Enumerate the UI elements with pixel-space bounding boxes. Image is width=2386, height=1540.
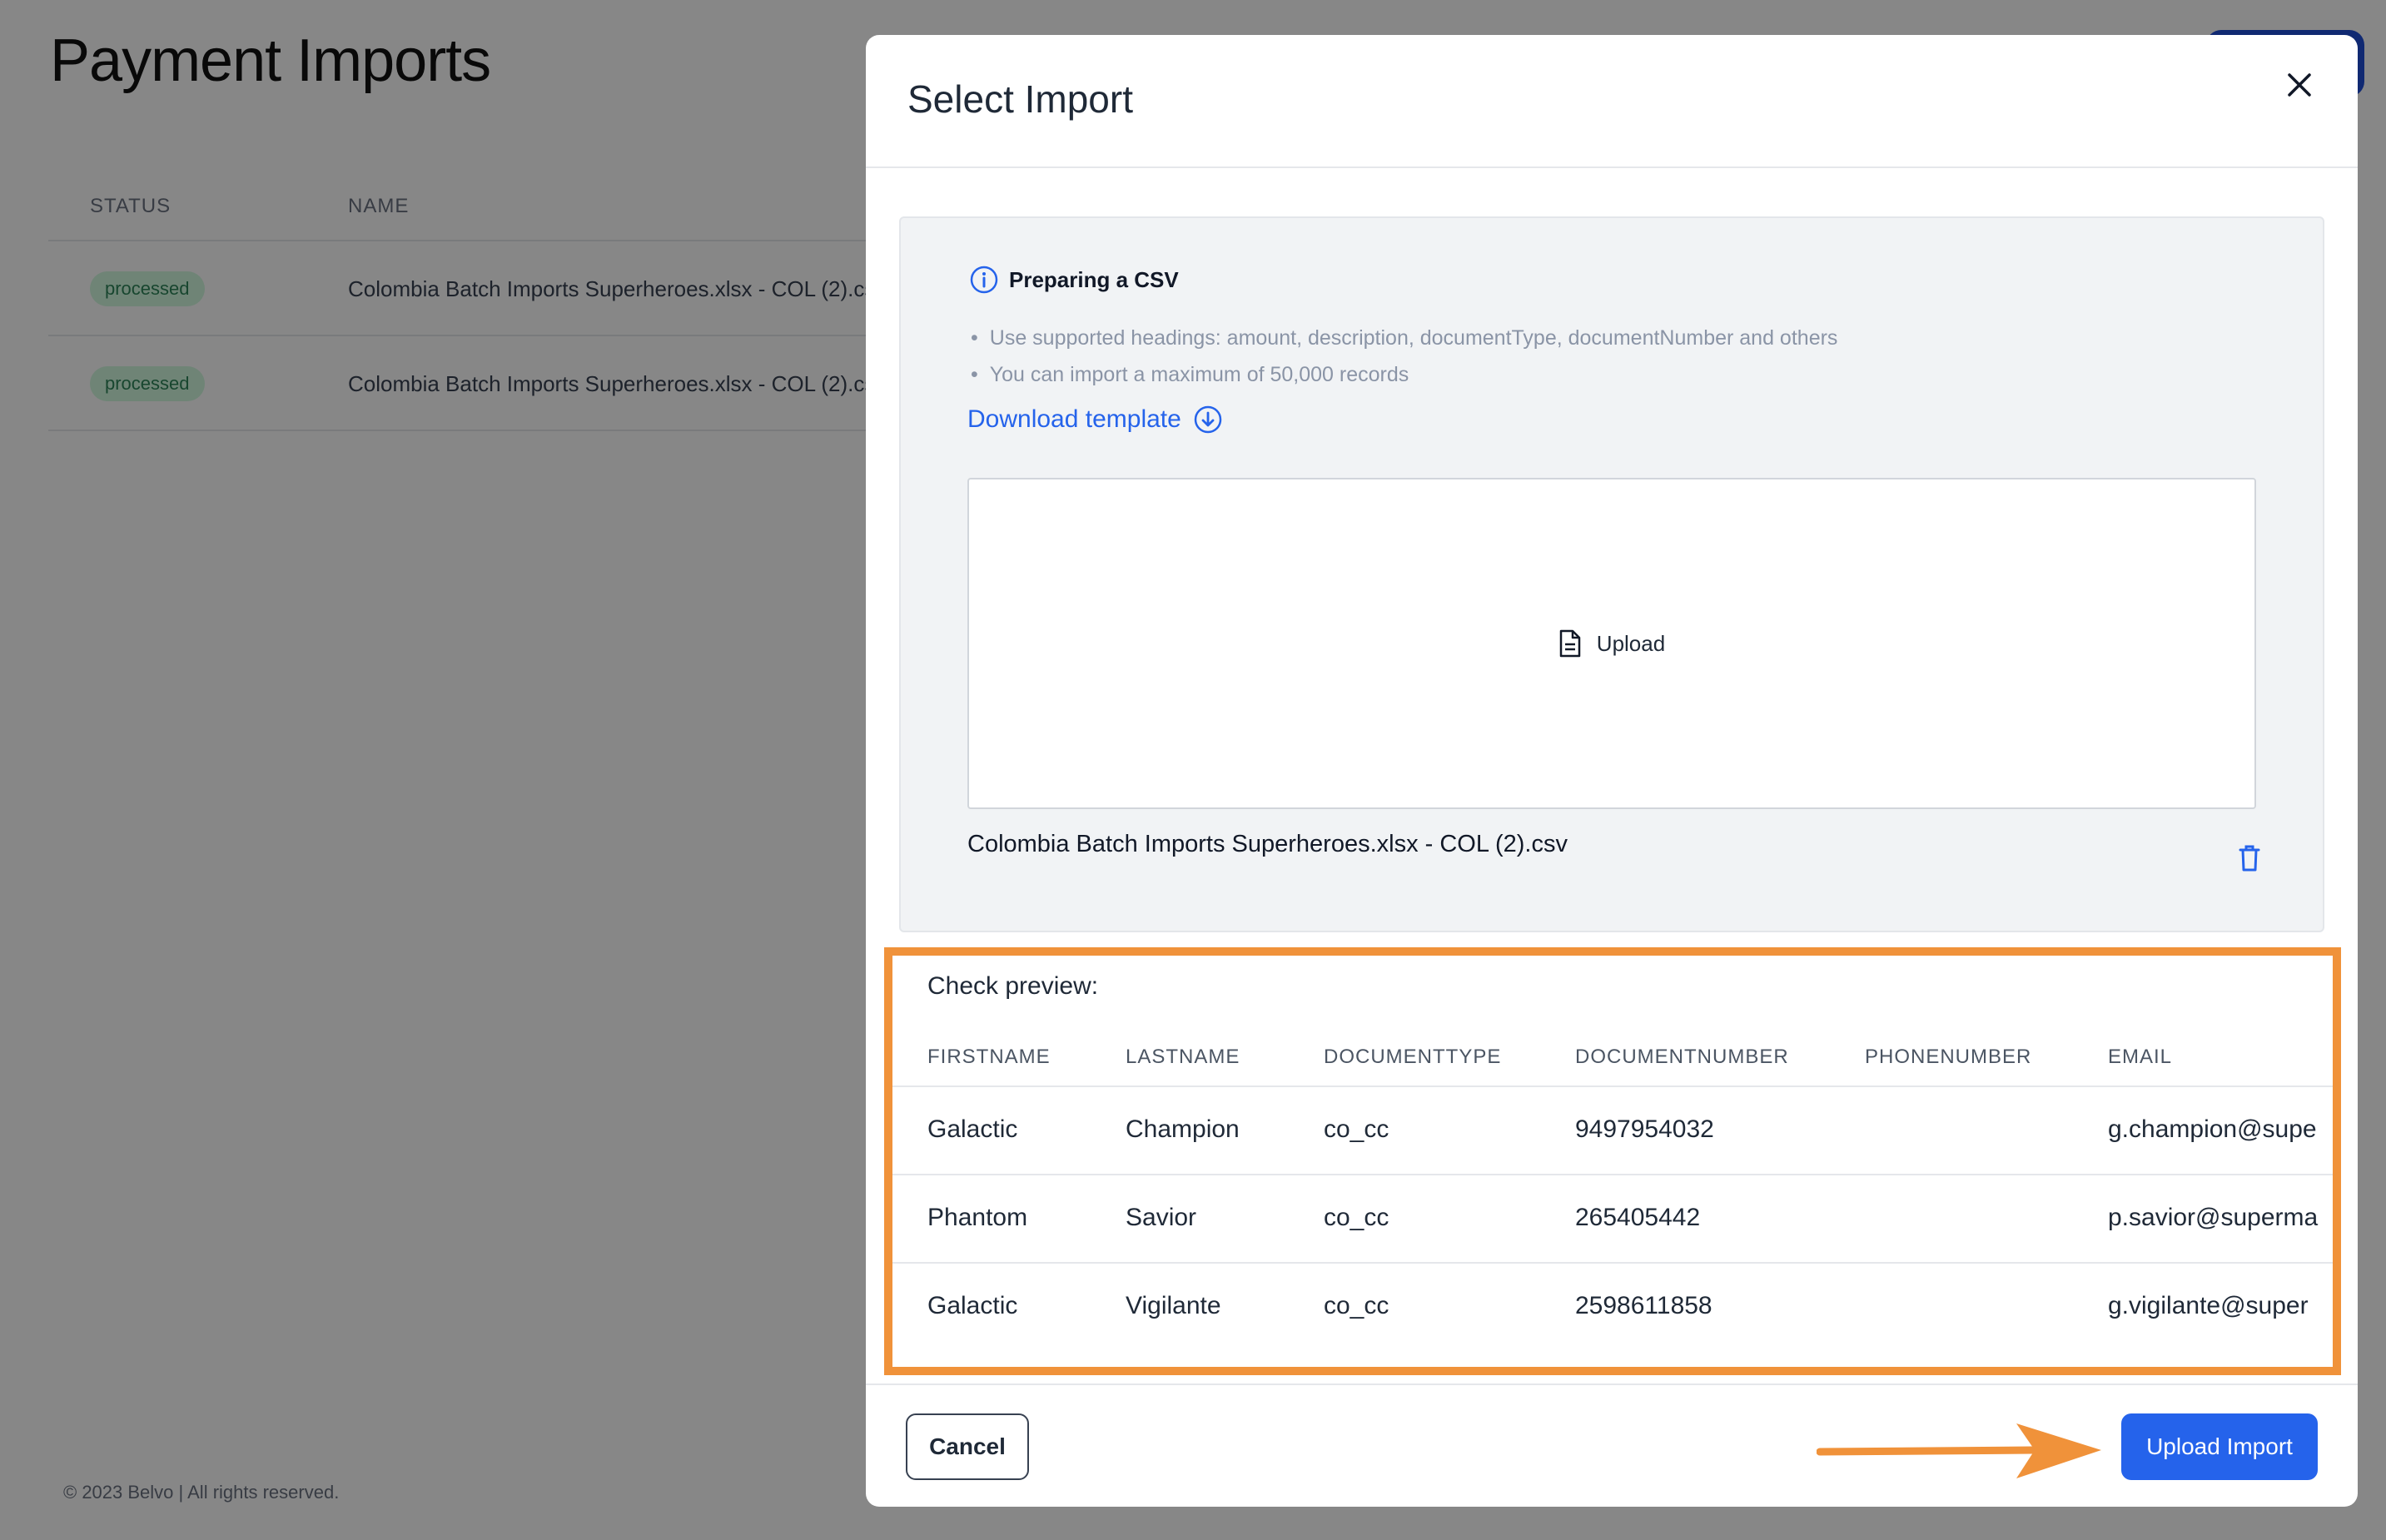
cell-lastname: Savior bbox=[1126, 1204, 1197, 1231]
check-preview-section: Check preview: FIRSTNAME LASTNAME DOCUME… bbox=[884, 947, 2341, 1375]
upload-import-button[interactable]: Upload Import bbox=[2121, 1413, 2318, 1480]
column-header-firstname: FIRSTNAME bbox=[927, 1046, 1051, 1068]
cell-lastname: Vigilante bbox=[1126, 1292, 1221, 1319]
file-dropzone[interactable]: Upload bbox=[967, 478, 2256, 809]
cell-documentnumber: 265405442 bbox=[1575, 1204, 1701, 1231]
close-button[interactable] bbox=[2274, 60, 2324, 110]
column-header-lastname: LASTNAME bbox=[1126, 1046, 1240, 1068]
upload-prompt: Upload bbox=[1558, 629, 1665, 658]
column-header-documenttype: DOCUMENTTYPE bbox=[1324, 1046, 1502, 1068]
download-template-link[interactable]: Download template bbox=[967, 405, 1223, 435]
table-row: Galactic Champion co_cc 9497954032 g.cha… bbox=[892, 1087, 2333, 1175]
cell-email: g.vigilante@super bbox=[2108, 1292, 2309, 1319]
cancel-button[interactable]: Cancel bbox=[906, 1413, 1029, 1480]
cell-email: p.savior@superma bbox=[2108, 1204, 2319, 1231]
column-header-email: EMAIL bbox=[2108, 1046, 2173, 1068]
cell-documentnumber: 2598611858 bbox=[1575, 1292, 1712, 1319]
cell-firstname: Galactic bbox=[927, 1115, 1018, 1143]
select-import-modal: Select Import Preparing a CSV Use suppor… bbox=[866, 35, 2358, 1507]
cell-documenttype: co_cc bbox=[1324, 1292, 1389, 1319]
info-bullets: Use supported headings: amount, descript… bbox=[971, 320, 1838, 393]
column-header-phonenumber: PHONENUMBER bbox=[1865, 1046, 2032, 1068]
download-circle-icon bbox=[1194, 405, 1222, 434]
table-row: Phantom Savior co_cc 265405442 p.savior@… bbox=[892, 1175, 2333, 1264]
cell-documenttype: co_cc bbox=[1324, 1204, 1389, 1231]
upload-label: Upload bbox=[1596, 630, 1666, 656]
cell-lastname: Champion bbox=[1126, 1115, 1240, 1143]
info-bullet: You can import a maximum of 50,000 recor… bbox=[971, 356, 1837, 393]
preview-table-header: FIRSTNAME LASTNAME DOCUMENTTYPE DOCUMENT… bbox=[892, 1032, 2333, 1087]
cell-documenttype: co_cc bbox=[1324, 1115, 1389, 1143]
modal-header: Select Import bbox=[866, 35, 2358, 168]
arrow-annotation-icon bbox=[1817, 1423, 2101, 1478]
modal-footer: Cancel Upload Import bbox=[866, 1384, 2358, 1507]
info-title: Preparing a CSV bbox=[969, 265, 1179, 295]
cell-documentnumber: 9497954032 bbox=[1575, 1115, 1714, 1143]
trash-icon bbox=[2239, 845, 2260, 872]
modal-title: Select Import bbox=[907, 77, 1133, 121]
info-bullet: Use supported headings: amount, descript… bbox=[971, 320, 1838, 356]
table-row: Galactic Vigilante co_cc 2598611858 g.vi… bbox=[892, 1264, 2333, 1352]
selected-file-name: Colombia Batch Imports Superheroes.xlsx … bbox=[967, 831, 1568, 857]
cell-firstname: Phantom bbox=[927, 1204, 1028, 1231]
info-circle-icon bbox=[970, 266, 998, 294]
csv-info-panel: Preparing a CSV Use supported headings: … bbox=[899, 216, 2324, 932]
info-title-text: Preparing a CSV bbox=[1009, 266, 1179, 292]
preview-label: Check preview: bbox=[927, 972, 1099, 1000]
file-icon bbox=[1559, 629, 1581, 658]
close-icon bbox=[2288, 73, 2311, 97]
column-header-documentnumber: DOCUMENTNUMBER bbox=[1575, 1046, 1789, 1068]
delete-file-button[interactable] bbox=[2237, 844, 2262, 877]
cell-email: g.champion@supe bbox=[2108, 1115, 2317, 1143]
download-template-label: Download template bbox=[967, 405, 1181, 433]
cell-firstname: Galactic bbox=[927, 1292, 1018, 1319]
